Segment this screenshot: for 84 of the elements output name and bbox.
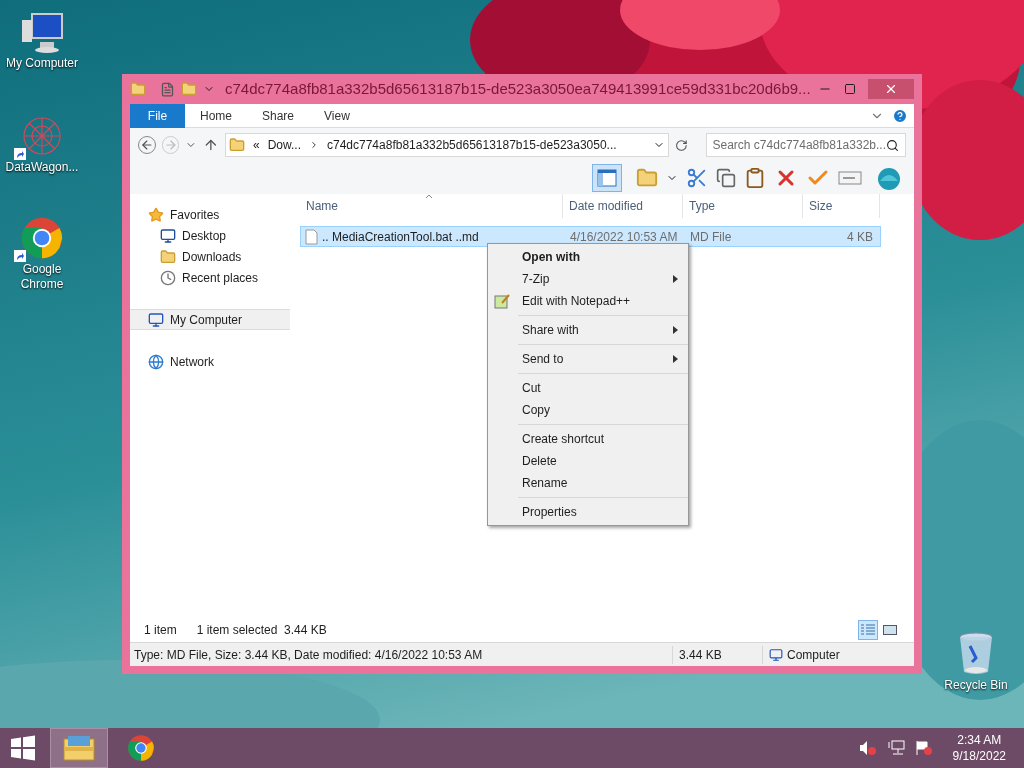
nav-item[interactable]: Favorites <box>130 204 290 225</box>
breadcrumb[interactable]: Dow... <box>267 136 301 154</box>
help-icon[interactable] <box>892 107 908 124</box>
menu-item[interactable]: Share with <box>518 319 688 341</box>
selection-info: 1 item selected 3.44 KB <box>196 622 327 639</box>
chrome-icon <box>20 216 64 260</box>
cut-icon[interactable] <box>686 167 708 189</box>
menu-item[interactable]: Edit with Notepad++ <box>488 290 688 312</box>
size-cell-text: 4 KB <box>846 228 874 246</box>
windows-logo-icon <box>10 735 36 761</box>
desktop-icon <box>160 227 176 244</box>
nav-item[interactable]: Recent places <box>130 267 290 288</box>
image-icon <box>883 624 897 636</box>
computer-icon <box>20 12 64 54</box>
address-overflow[interactable]: « <box>252 136 260 154</box>
details-list-icon <box>861 624 875 636</box>
menu-item[interactable]: Create shortcut <box>518 428 688 450</box>
address-bar[interactable]: « Dow... c74dc774a8fb81a332b5d65613187b15-de523a3050... <box>224 133 669 157</box>
recycle-bin-icon <box>958 632 994 676</box>
chrome-icon <box>127 734 155 762</box>
computer-icon <box>769 647 783 662</box>
breadcrumb[interactable]: c74dc774a8fb81a332b5d65613187b15-de523a3050... <box>327 136 617 154</box>
menu-item[interactable]: Open with <box>488 246 688 268</box>
close-icon <box>884 82 898 96</box>
recent-places-icon <box>160 269 176 286</box>
nav-item[interactable]: Downloads <box>130 246 290 267</box>
search-field[interactable]: Search c74dc774a8fb81a332b... <box>705 133 906 157</box>
search-placeholder: Search c74dc774a8fb81a332b... <box>712 137 886 154</box>
pane-icon <box>597 169 617 187</box>
date-cell-text: 4/16/2022 10:53 AM <box>569 228 679 246</box>
maximize-icon[interactable] <box>844 83 856 95</box>
copy-icon[interactable] <box>716 168 736 188</box>
desktop-icon-label[interactable]: My Computer <box>2 56 82 71</box>
rename-icon[interactable] <box>838 170 862 186</box>
column-header[interactable]: Date modified <box>563 194 683 218</box>
action-center-flag-icon[interactable] <box>914 740 933 756</box>
network-graph-icon <box>20 114 64 158</box>
clock-date[interactable]: 9/18/2022 <box>952 748 1006 764</box>
file-name: .. MediaCreationTool.bat ..md <box>322 228 479 246</box>
refresh-icon[interactable] <box>674 138 688 152</box>
details-info: Type: MD File, Size: 3.44 KB, Date modified: 4/16/2022 10:53 AM <box>133 646 484 664</box>
ribbon-tab[interactable]: Home <box>185 103 247 128</box>
breadcrumb-separator-icon[interactable] <box>309 140 319 150</box>
up-icon[interactable] <box>203 137 219 153</box>
network-icon <box>148 353 164 370</box>
star-icon <box>148 206 164 223</box>
file-icon <box>305 228 318 245</box>
nav-item[interactable]: Network <box>130 351 290 372</box>
folder-icon <box>228 137 245 153</box>
file-row[interactable]: .. MediaCreationTool.bat ..md 4/16/2022 10:53 AM MD File 4 KB <box>300 226 881 247</box>
menu-item[interactable]: Delete <box>518 450 688 472</box>
column-header[interactable]: Type <box>683 194 803 218</box>
window-title: c74dc774a8fb81a332b5d65613187b15-de523a3050ea749413991ce59d331bc20d6b9... <box>225 78 811 99</box>
menu-item[interactable]: Rename <box>518 472 688 494</box>
type-cell-text: MD File <box>689 228 733 246</box>
desktop-icon-label[interactable]: DataWagon... <box>2 160 82 175</box>
nav-item[interactable]: My Computer <box>130 309 290 330</box>
preview-pane-button[interactable] <box>592 164 622 192</box>
downloads-folder-icon <box>160 248 176 265</box>
muted-speaker-icon[interactable] <box>858 740 877 756</box>
notepad-icon <box>494 293 510 309</box>
column-header[interactable]: Name <box>300 194 563 218</box>
details-size: 3.44 KB <box>672 645 762 664</box>
menu-item[interactable]: 7-Zip <box>488 268 688 290</box>
ribbon-tab[interactable]: File <box>130 103 185 128</box>
menu-item[interactable]: Cut <box>518 377 688 399</box>
details-location: Computer <box>787 646 840 664</box>
item-count: 1 item <box>144 622 177 639</box>
menu-item[interactable]: Copy <box>518 399 688 421</box>
folder-icon <box>63 735 95 761</box>
menu-item[interactable]: Properties <box>518 501 688 523</box>
nav-item[interactable]: Desktop <box>130 225 290 246</box>
desktop-icon-label[interactable]: Google Chrome <box>2 262 82 292</box>
column-header[interactable]: Size <box>803 194 880 218</box>
ribbon-tab[interactable]: Share <box>247 103 310 128</box>
paste-icon[interactable] <box>744 167 766 189</box>
clock-time[interactable]: 2:34 AM <box>957 732 1002 748</box>
network-status-icon[interactable] <box>886 740 905 756</box>
search-icon <box>886 138 899 152</box>
properties-icon[interactable] <box>160 81 175 97</box>
menu-item[interactable]: Send to <box>518 348 688 370</box>
computer-icon <box>148 311 164 328</box>
ribbon-tab[interactable]: View <box>309 103 365 128</box>
folder-icon <box>130 81 146 97</box>
